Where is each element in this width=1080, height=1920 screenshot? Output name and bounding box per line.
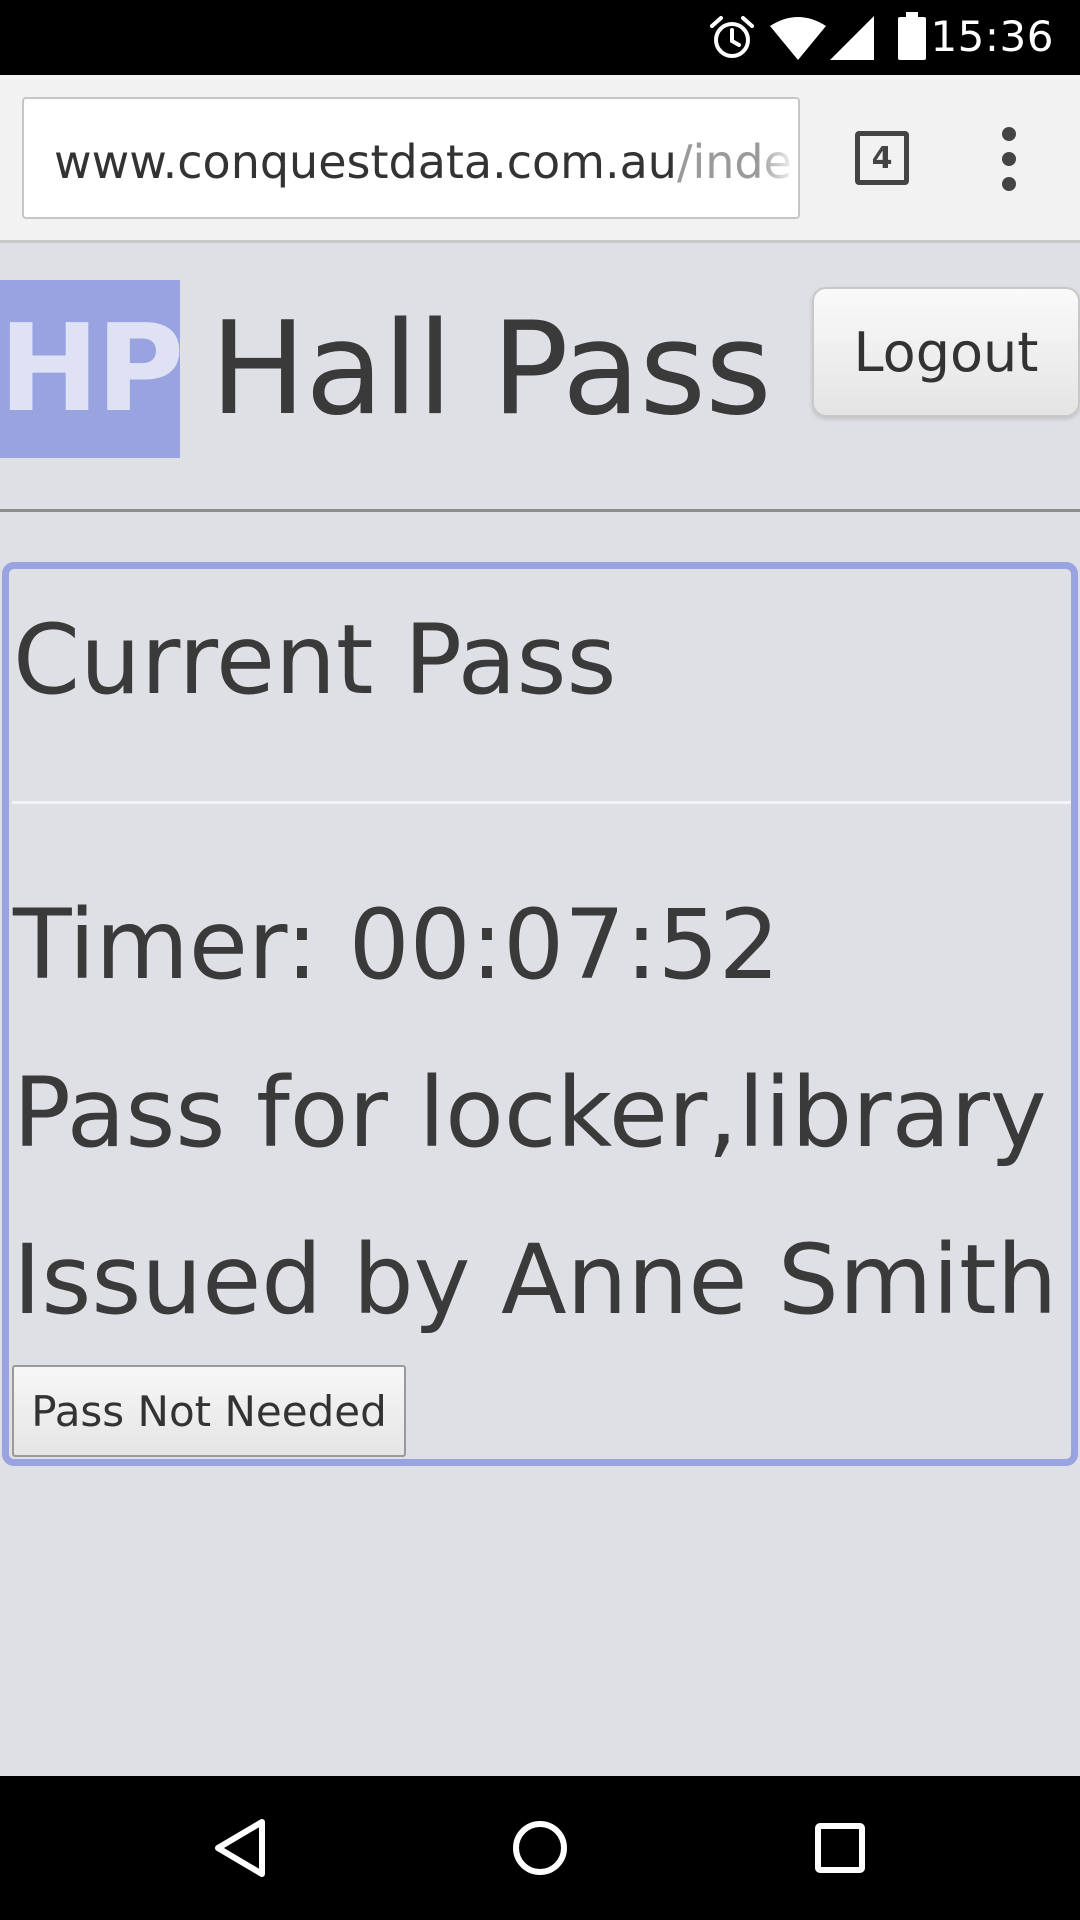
signal-icon [830,16,874,60]
status-time: 15:36 [930,12,1054,61]
url-domain: www.conquestdata.com.au [54,135,677,189]
pass-destination: Pass for locker,library [13,1057,1047,1169]
status-bar: 15:36 [0,0,1080,75]
url-text: www.conquestdata.com.au/inde [54,135,792,189]
pass-issuer: Issued by Anne Smith [13,1224,1058,1336]
url-fade [758,99,798,217]
url-bar[interactable]: www.conquestdata.com.au/inde [22,97,800,219]
battery-icon [898,12,926,60]
navigation-bar [0,1776,1080,1920]
home-icon[interactable] [490,1798,590,1898]
pass-not-needed-button[interactable]: Pass Not Needed [12,1365,406,1457]
logout-button[interactable]: Logout [812,287,1080,417]
recents-icon[interactable] [790,1798,890,1898]
timer-text: Timer: 00:07:52 [13,889,780,1001]
card-divider [12,801,1071,804]
tab-switcher-button[interactable]: 4 [855,131,909,185]
logo: HP [0,280,184,458]
overflow-menu-icon[interactable] [995,127,1025,191]
current-pass-card: Current Pass Timer: 00:07:52 Pass for lo… [2,562,1078,1466]
header-divider [0,509,1080,512]
timer-value: 00:07:52 [348,889,780,1001]
tab-count: 4 [871,140,893,176]
browser-toolbar: www.conquestdata.com.au/inde 4 [0,75,1080,243]
page-title: Hall Pass [210,295,772,444]
back-icon[interactable] [190,1798,290,1898]
card-title: Current Pass [13,604,617,716]
alarm-icon [710,16,754,58]
wifi-icon [770,17,826,60]
timer-label: Timer: [13,889,319,1001]
